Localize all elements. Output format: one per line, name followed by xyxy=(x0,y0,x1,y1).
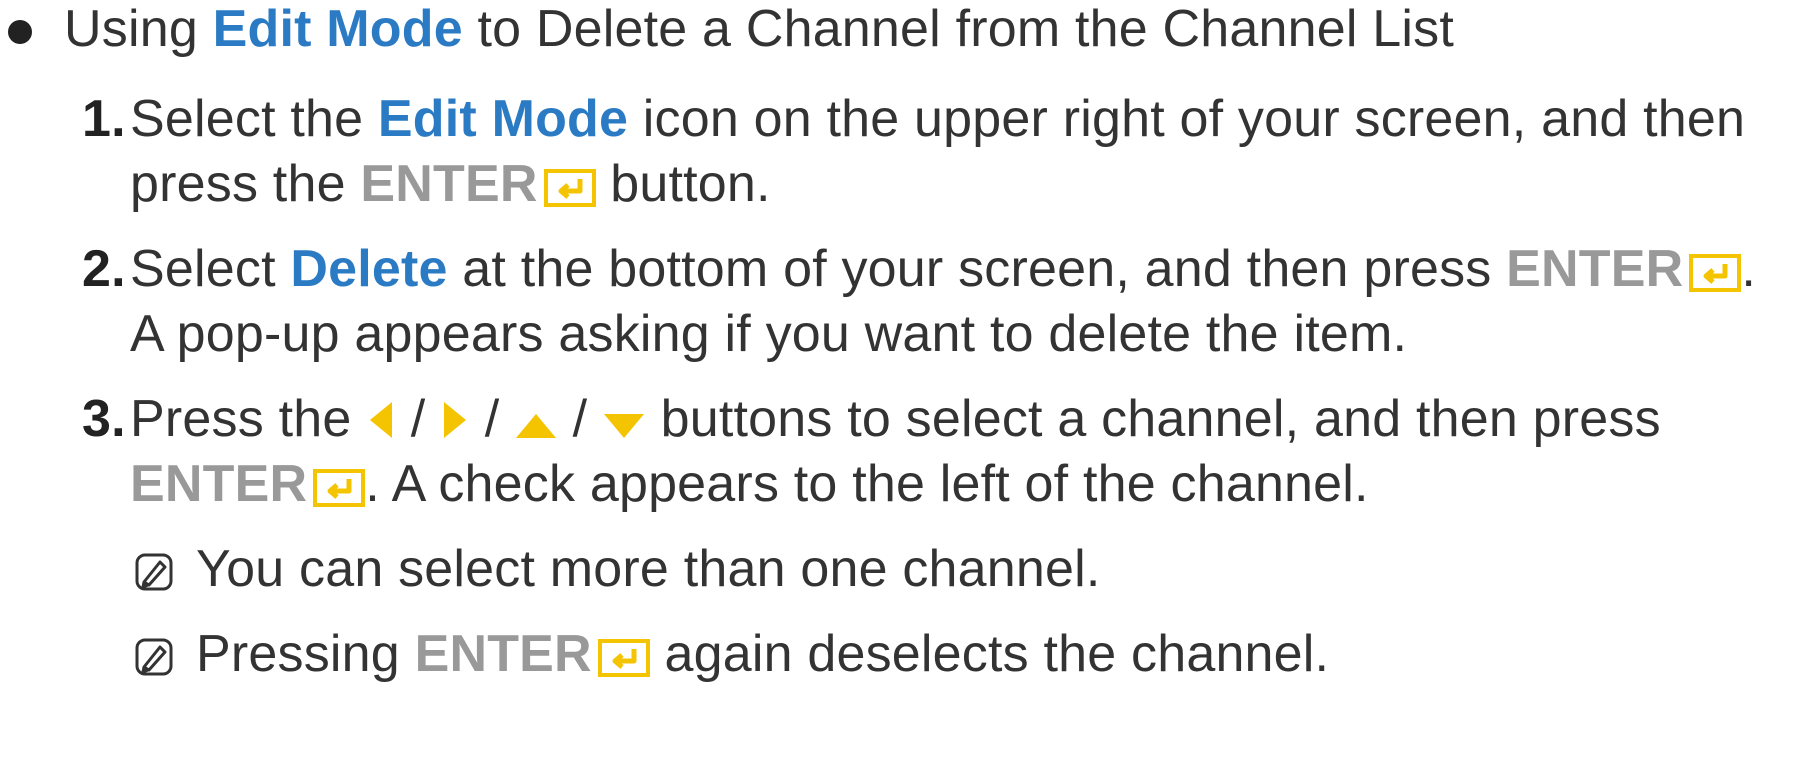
separator: / xyxy=(558,390,602,448)
note-text: again deselects the channel. xyxy=(649,625,1330,683)
step-number: 2. xyxy=(82,240,126,298)
step-text: Press the xyxy=(130,390,367,448)
enter-label: ENTER xyxy=(414,625,592,683)
step-highlight: Edit Mode xyxy=(377,90,629,148)
enter-key-icon xyxy=(313,464,366,516)
separator: / xyxy=(396,390,441,448)
step-text: A pop-up appears asking if you want to d… xyxy=(130,305,1408,363)
bullet-icon xyxy=(8,20,32,44)
step-text: . xyxy=(1741,240,1757,298)
up-arrow-icon xyxy=(514,397,558,449)
manual-page: Using Edit Mode to Delete a Channel from… xyxy=(0,0,1806,775)
step-text: button. xyxy=(595,155,771,213)
step-highlight: Delete xyxy=(290,240,448,298)
step-number: 3. xyxy=(82,390,126,448)
separator: / xyxy=(470,390,515,448)
step-text: icon on the upper right of your screen, … xyxy=(628,90,1746,148)
enter-key-icon xyxy=(1689,249,1742,301)
down-arrow-icon xyxy=(602,397,646,449)
enter-label: ENTER xyxy=(1506,240,1684,298)
step-number: 1. xyxy=(82,90,126,148)
enter-key-icon xyxy=(543,164,596,216)
step-text: . A check appears to the left of the cha… xyxy=(365,455,1369,513)
right-arrow-icon xyxy=(440,397,470,449)
heading-prefix: Using xyxy=(64,0,213,58)
step-text: Select xyxy=(130,240,291,298)
step-text: at the bottom of your screen, and then p… xyxy=(447,240,1507,298)
note-icon xyxy=(134,634,174,686)
enter-label: ENTER xyxy=(130,455,308,513)
note-text: You can select more than one channel. xyxy=(196,540,1101,598)
left-arrow-icon xyxy=(366,397,396,449)
heading-suffix: to Delete a Channel from the Channel Lis… xyxy=(462,0,1455,58)
enter-key-icon xyxy=(597,634,650,686)
step-text: press the xyxy=(130,155,361,213)
heading-highlight: Edit Mode xyxy=(212,0,463,58)
note-icon xyxy=(134,549,174,601)
enter-label: ENTER xyxy=(360,155,538,213)
step-text: Select the xyxy=(130,90,378,148)
step-text: buttons to select a channel, and then pr… xyxy=(645,390,1661,448)
note-text: Pressing xyxy=(196,625,415,683)
